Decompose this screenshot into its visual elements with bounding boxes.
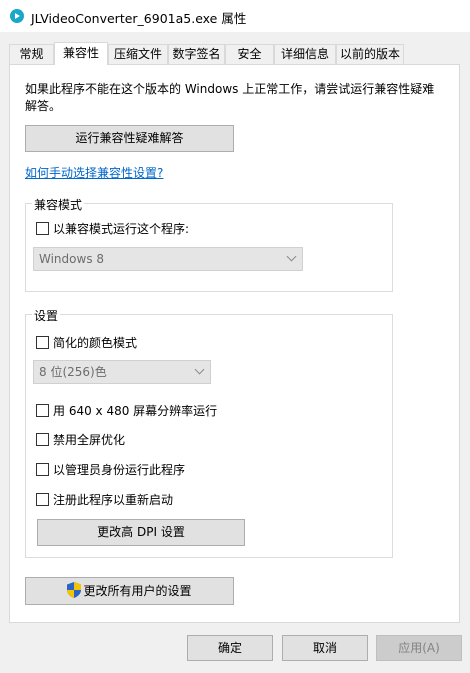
app-icon	[10, 9, 24, 23]
chevron-down-icon	[286, 251, 297, 262]
compatibility-panel: 如果此程序不能在这个版本的 Windows 上正常工作，请尝试运行兼容性疑难解答…	[9, 64, 460, 623]
manual-settings-link[interactable]: 如何手动选择兼容性设置?	[25, 164, 163, 181]
register-restart-option[interactable]: 注册此程序以重新启动	[36, 491, 173, 508]
os-version-select[interactable]: Windows 8	[33, 247, 303, 271]
reduced-color-checkbox[interactable]	[36, 336, 49, 349]
tab-general[interactable]: 常规	[9, 44, 54, 64]
res-640-checkbox[interactable]	[36, 404, 49, 417]
chevron-down-icon	[194, 364, 205, 375]
title-bar[interactable]: JLVideoConverter_6901a5.exe 属性	[0, 0, 470, 32]
run-as-admin-option[interactable]: 以管理员身份运行此程序	[36, 461, 185, 478]
compat-mode-label: 以兼容模式运行这个程序:	[53, 222, 190, 236]
res-640-label: 用 640 x 480 屏幕分辨率运行	[53, 404, 218, 418]
disable-fullscreen-option[interactable]: 禁用全屏优化	[36, 431, 125, 448]
disable-fullscreen-label: 禁用全屏优化	[53, 433, 126, 447]
tab-compressed[interactable]: 压缩文件	[108, 44, 168, 64]
settings-group: 设置 简化的颜色模式 8 位(256)色 用 640 x 480 屏幕分辨率运行…	[25, 307, 393, 558]
window-title: JLVideoConverter_6901a5.exe 属性	[31, 11, 247, 26]
register-restart-checkbox[interactable]	[36, 493, 49, 506]
intro-text: 如果此程序不能在这个版本的 Windows 上正常工作，请尝试运行兼容性疑难解答…	[25, 82, 435, 113]
change-all-users-label: 更改所有用户的设置	[83, 584, 192, 598]
cancel-button[interactable]: 取消	[282, 635, 368, 661]
register-restart-label: 注册此程序以重新启动	[53, 493, 174, 507]
tab-compatibility[interactable]: 兼容性	[54, 42, 108, 65]
change-dpi-button[interactable]: 更改高 DPI 设置	[37, 519, 245, 546]
tab-previous-versions[interactable]: 以前的版本	[336, 44, 404, 64]
color-mode-select[interactable]: 8 位(256)色	[33, 360, 211, 384]
reduced-color-label: 简化的颜色模式	[53, 336, 138, 350]
reduced-color-option[interactable]: 简化的颜色模式	[36, 334, 137, 351]
compat-mode-group-title: 兼容模式	[32, 196, 85, 213]
troubleshoot-button[interactable]: 运行兼容性疑难解答	[25, 125, 234, 152]
disable-fullscreen-checkbox[interactable]	[36, 433, 49, 446]
run-as-admin-label: 以管理员身份运行此程序	[53, 463, 186, 477]
tab-details[interactable]: 详细信息	[274, 44, 336, 64]
compat-mode-option[interactable]: 以兼容模式运行这个程序:	[36, 220, 189, 237]
tab-security[interactable]: 安全	[225, 44, 274, 64]
apply-button[interactable]: 应用(A)	[376, 635, 462, 661]
os-version-value: Windows 8	[39, 252, 105, 266]
color-mode-value: 8 位(256)色	[39, 365, 107, 379]
change-all-users-button[interactable]: 更改所有用户的设置	[25, 577, 234, 605]
uac-shield-icon	[67, 582, 82, 598]
compat-mode-group: 兼容模式 以兼容模式运行这个程序: Windows 8	[25, 196, 393, 292]
settings-group-title: 设置	[32, 307, 61, 324]
res-640-option[interactable]: 用 640 x 480 屏幕分辨率运行	[36, 402, 217, 419]
ok-button[interactable]: 确定	[187, 635, 273, 661]
run-as-admin-checkbox[interactable]	[36, 463, 49, 476]
compat-mode-checkbox[interactable]	[36, 222, 49, 235]
tab-digital-signatures[interactable]: 数字签名	[168, 44, 225, 64]
